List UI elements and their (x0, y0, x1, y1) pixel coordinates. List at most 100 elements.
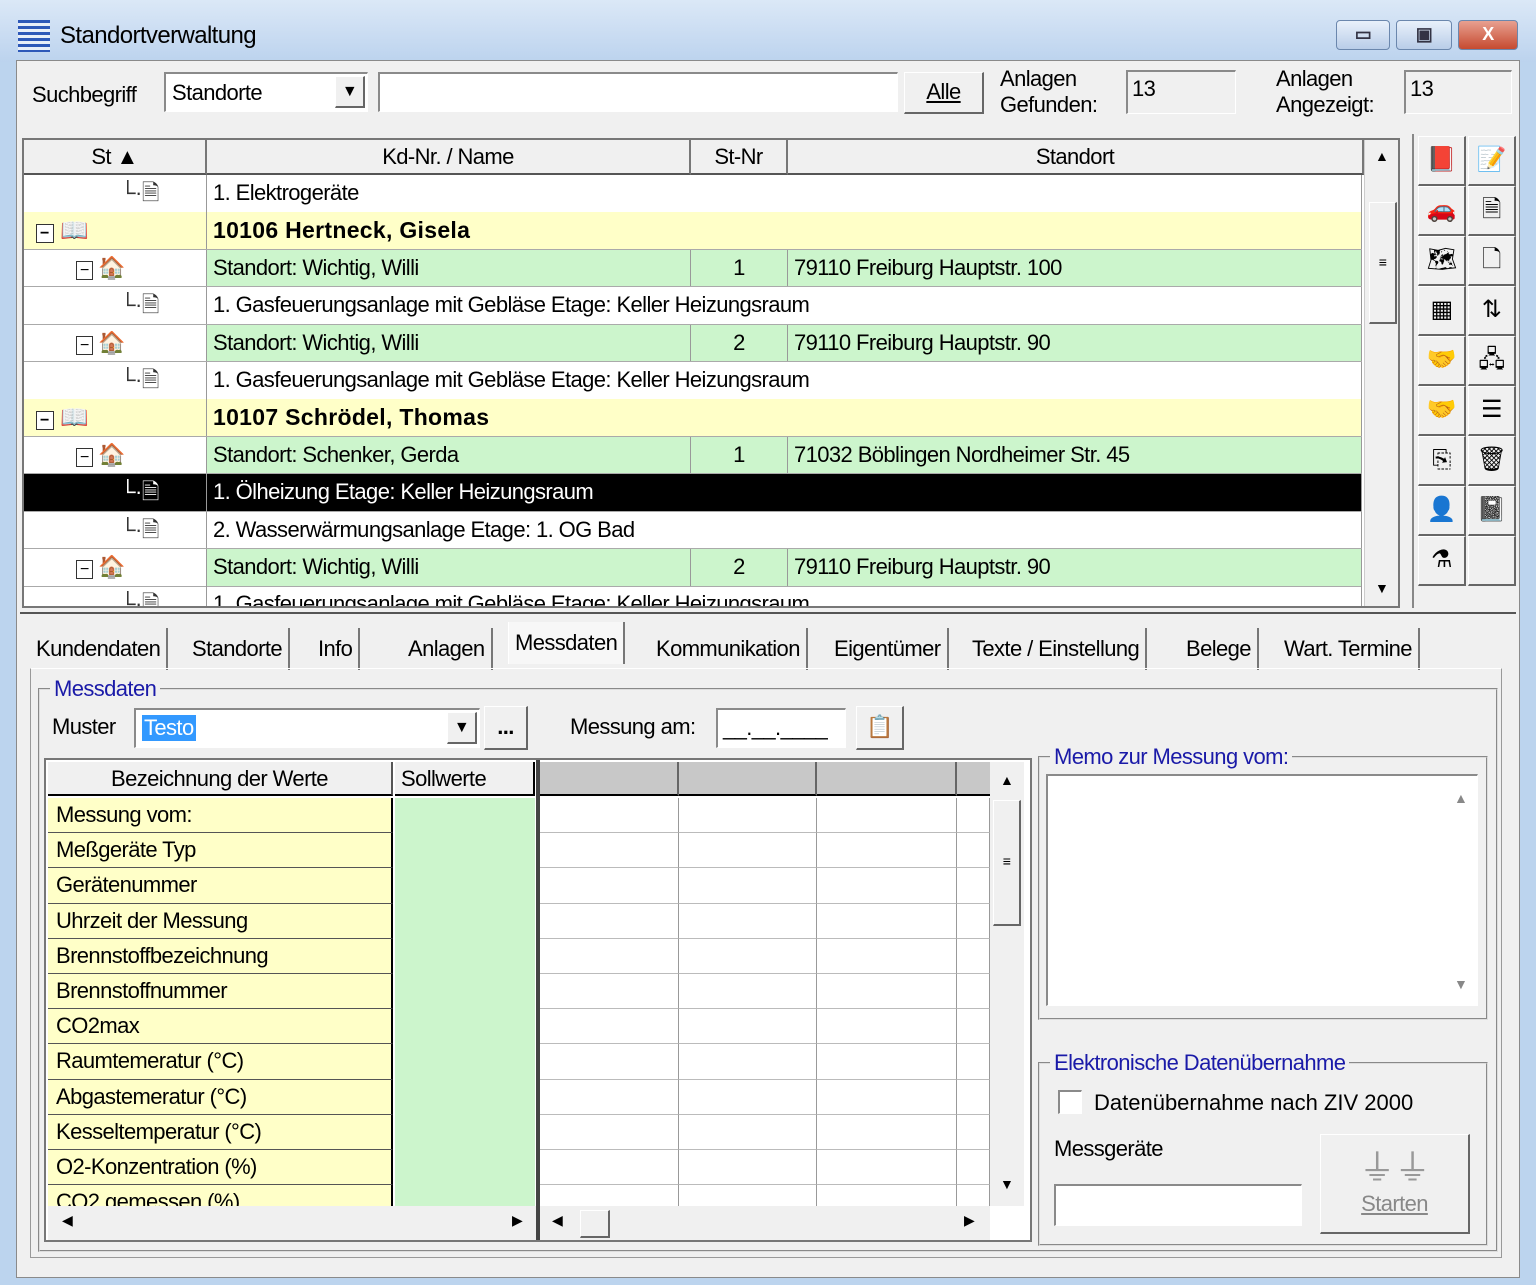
tree-cell[interactable]: └·🗎 (24, 362, 207, 399)
measure-cell[interactable] (679, 833, 817, 869)
measure-cell[interactable] (817, 974, 957, 1010)
dotted-page-icon-button[interactable]: ▦ (1418, 286, 1466, 336)
sollwert-cell[interactable] (395, 1079, 535, 1115)
header-measure-4[interactable] (957, 762, 991, 796)
column-header-st[interactable]: St ▲ (24, 140, 207, 175)
ziv-checkbox[interactable] (1058, 1090, 1082, 1114)
measure-cell[interactable] (957, 798, 990, 834)
measure-cell[interactable] (957, 1079, 990, 1115)
site-row[interactable]: − 🏠 Standort: Wichtig, Willi 2 79110 Freibu… (24, 324, 1362, 363)
sort-az-icon-button[interactable]: ⇅ (1468, 286, 1516, 336)
customer-car-icon-button[interactable]: 🚗 (1418, 186, 1466, 236)
measure-cell[interactable] (817, 1044, 957, 1080)
tab-eigentümer[interactable]: Eigentümer (828, 628, 949, 670)
header-measure-1[interactable] (539, 762, 679, 796)
tree-cell[interactable]: − 🏠 (24, 549, 207, 586)
empty-button[interactable] (1468, 536, 1516, 586)
splitter[interactable] (20, 612, 1516, 616)
measure-cell[interactable] (540, 833, 679, 869)
measure-cell[interactable] (957, 1150, 990, 1186)
measure-cell[interactable] (679, 798, 817, 834)
measure-cell[interactable] (679, 903, 817, 939)
muster-select[interactable]: Testo ▼ (134, 708, 480, 748)
customer-row[interactable]: − 📖 10107 Schrödel, Thomas (24, 399, 1362, 437)
measure-cell[interactable] (540, 798, 679, 834)
tab-belege[interactable]: Belege (1180, 628, 1259, 670)
measure-cell[interactable] (957, 903, 990, 939)
maximize-button[interactable]: ▣ (1396, 20, 1452, 50)
notebook-icon-button[interactable]: 📓 (1468, 486, 1516, 536)
sollwert-cell[interactable] (395, 868, 535, 904)
column-header-name[interactable]: Kd-Nr. / Name (207, 140, 691, 175)
scroll-thumb[interactable] (580, 1210, 610, 1238)
measure-cell[interactable] (957, 868, 990, 904)
measure-cell[interactable] (957, 1114, 990, 1150)
trash-icon-button[interactable]: 🗑 (1468, 436, 1516, 486)
tree-cell[interactable]: └·🗎 (24, 586, 207, 606)
chevron-down-icon[interactable]: ▼ (447, 712, 477, 744)
measure-cell[interactable] (540, 1044, 679, 1080)
document-icon-button[interactable]: 🗎 (1468, 186, 1516, 236)
leaf-row[interactable]: └·🗎 1. Ölheizung Etage: Keller Heizungsra… (24, 474, 1362, 512)
measure-cell[interactable] (679, 1114, 817, 1150)
site-row[interactable]: − 🏠 Standort: Wichtig, Willi 2 79110 Freibu… (24, 549, 1362, 587)
measure-cell[interactable] (679, 1079, 817, 1115)
tab-messdaten[interactable]: Messdaten (508, 622, 626, 664)
measurement-grid[interactable]: Bezeichnung der Werte Sollwerte Messung … (44, 758, 1032, 1242)
messung-date-input[interactable]: __.__.____ (716, 708, 846, 748)
tree-cell[interactable]: └·🗎 (24, 511, 207, 549)
tab-kommunikation[interactable]: Kommunikation (650, 628, 808, 670)
person-list-icon-button[interactable]: 👤 (1418, 486, 1466, 536)
scroll-down-icon[interactable]: ▼ (1375, 580, 1389, 596)
leaf-row[interactable]: └·🗎 1. Gasfeuerungsanlage mit Gebläse Eta… (24, 586, 1362, 606)
measure-cell[interactable] (540, 1009, 679, 1045)
scroll-thumb[interactable]: ≡ (1369, 202, 1397, 324)
scroll-down-icon[interactable]: ▼ (1000, 1176, 1014, 1192)
measure-cell[interactable] (540, 1150, 679, 1186)
header-measure-3[interactable] (817, 762, 957, 796)
leaf-row[interactable]: └·🗎 1. Elektrogeräte (24, 175, 1362, 213)
measure-vertical-scrollbar[interactable]: ▲ ≡ ▼ (990, 762, 1024, 1206)
tree-cell[interactable]: − 🏠 (24, 436, 207, 474)
tree-cell[interactable]: └·🗎 (24, 474, 207, 511)
handshake-green-icon-button[interactable]: 🤝 (1418, 386, 1466, 436)
measure-cell[interactable] (540, 1079, 679, 1115)
sollwert-cell[interactable] (395, 974, 535, 1010)
measure-cell[interactable] (817, 1150, 957, 1186)
customer-row[interactable]: − 📖 10106 Hertneck, Gisela (24, 212, 1362, 250)
location-tree-grid[interactable]: St ▲ Kd-Nr. / Name St-Nr Standort └·🗎 1. … (22, 138, 1400, 608)
measure-cell[interactable] (679, 1150, 817, 1186)
map-icon-button[interactable]: 🗺 (1418, 236, 1466, 286)
measure-cell[interactable] (679, 938, 817, 974)
measure-cell[interactable] (817, 1114, 957, 1150)
measure-cell[interactable] (817, 868, 957, 904)
scroll-down-icon[interactable]: ▼ (1454, 976, 1468, 992)
column-header-standort[interactable]: Standort (788, 140, 1364, 175)
measure-cell[interactable] (679, 1009, 817, 1045)
site-row[interactable]: − 🏠 Standort: Wichtig, Willi 1 79110 Freibu… (24, 249, 1362, 288)
right-horizontal-scrollbar[interactable]: ◀ ▶ (540, 1206, 990, 1240)
scroll-right-icon[interactable]: ▶ (964, 1212, 975, 1229)
tab-anlagen[interactable]: Anlagen (402, 628, 493, 670)
measure-cell[interactable] (540, 1114, 679, 1150)
sollwert-cell[interactable] (395, 1150, 535, 1186)
scroll-up-icon[interactable]: ▲ (1454, 790, 1468, 806)
all-button[interactable]: Alle (904, 72, 984, 114)
handshake-blue-icon-button[interactable]: 🤝 (1418, 336, 1466, 386)
sollwert-cell[interactable] (395, 903, 535, 939)
tree-cell[interactable]: └·🗎 (24, 287, 207, 324)
scroll-right-icon[interactable]: ▶ (512, 1212, 523, 1229)
tab-kundendaten[interactable]: Kundendaten (30, 628, 169, 670)
tab-info[interactable]: Info (312, 628, 361, 670)
list-order-icon-button[interactable]: ☰ (1468, 386, 1516, 436)
measure-cell[interactable] (957, 974, 990, 1010)
scroll-up-icon[interactable]: ▲ (1000, 772, 1014, 788)
start-button[interactable]: ⏚⏚ Starten (1320, 1134, 1470, 1234)
header-sollwerte[interactable]: Sollwerte (395, 762, 535, 796)
book-icon-button[interactable]: 📕 (1418, 136, 1466, 186)
tree-cell[interactable]: − 📖 (24, 399, 207, 436)
leaf-row[interactable]: └·🗎 1. Gasfeuerungsanlage mit Gebläse Eta… (24, 287, 1362, 325)
search-field-select[interactable]: Standorte ▼ (164, 72, 368, 112)
measure-cell[interactable] (817, 1079, 957, 1115)
tree-cell[interactable]: └·🗎 (24, 175, 207, 212)
